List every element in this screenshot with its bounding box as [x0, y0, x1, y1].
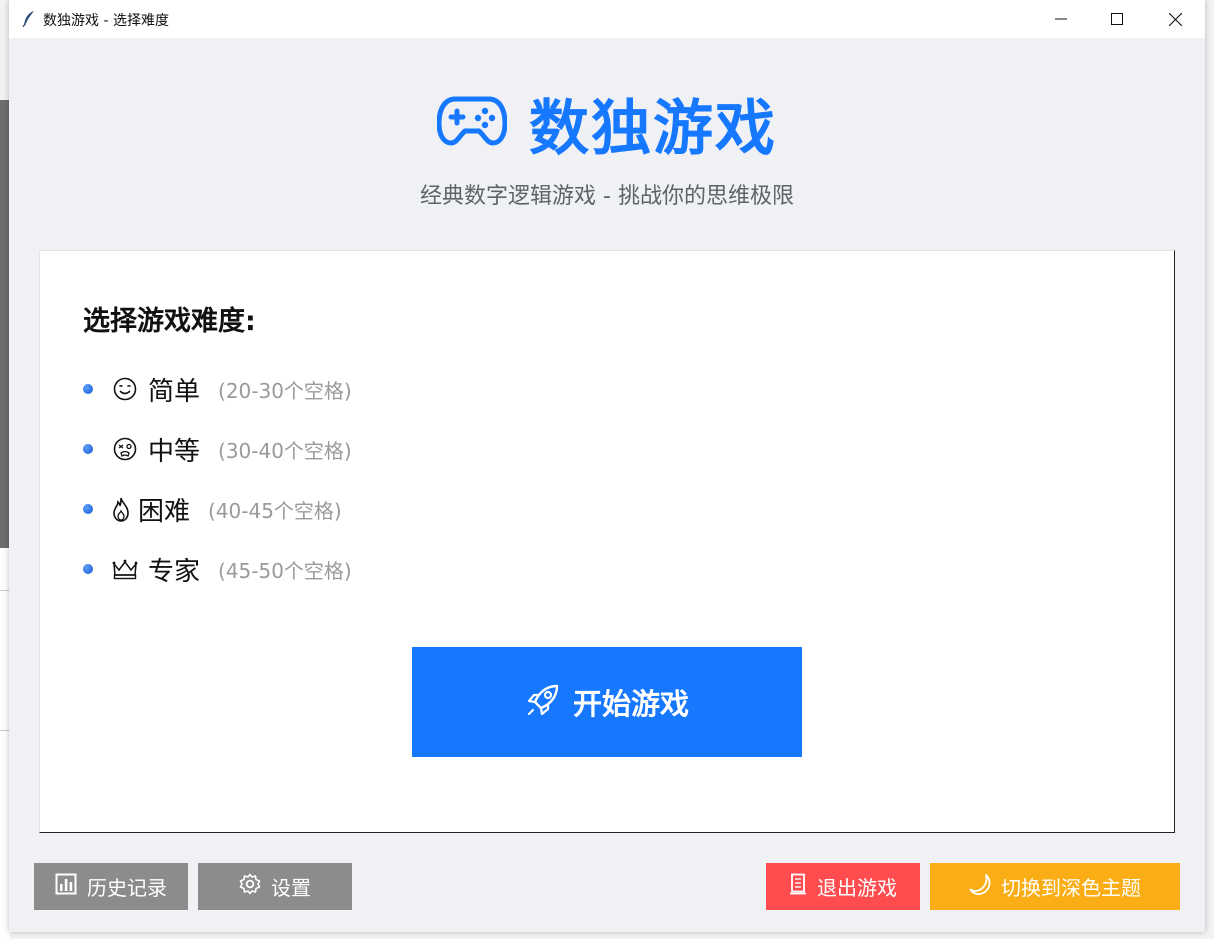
difficulty-heading: 选择游戏难度: [83, 306, 256, 337]
difficulty-list: 简单 (20-30个空格) 中等 (30-40个空格) 困难 (40-45个空格… [83, 359, 352, 599]
difficulty-range: (30-40个空格) [218, 438, 352, 463]
difficulty-range: (20-30个空格) [218, 378, 352, 403]
fire-icon [112, 496, 130, 522]
close-button[interactable] [1146, 0, 1204, 38]
maximize-icon [1111, 13, 1123, 25]
start-game-button[interactable]: 开始游戏 [412, 647, 802, 757]
smile-icon [112, 376, 138, 402]
header: 数独游戏 经典数字逻辑游戏 - 挑战你的思维极限 [9, 80, 1205, 210]
title-bar: 数独游戏 - 选择难度 [9, 0, 1205, 38]
app-subtitle: 经典数字逻辑游戏 - 挑战你的思维极限 [420, 184, 794, 209]
radio-button[interactable] [83, 504, 93, 514]
minimize-icon [1055, 18, 1067, 20]
difficulty-label: 困难 [138, 496, 191, 527]
minimize-button[interactable] [1032, 0, 1090, 38]
difficulty-option-medium[interactable]: 中等 (30-40个空格) [83, 419, 352, 479]
moon-icon [969, 873, 991, 900]
crown-icon [112, 556, 138, 582]
exit-game-button[interactable]: 退出游戏 [766, 863, 920, 910]
radio-button[interactable] [83, 384, 93, 394]
start-game-label: 开始游戏 [572, 687, 689, 721]
radio-button[interactable] [83, 444, 93, 454]
settings-label: 设置 [271, 876, 311, 900]
difficulty-range: (40-45个空格) [208, 498, 342, 523]
difficulty-label: 中等 [148, 436, 201, 467]
maximize-button[interactable] [1088, 0, 1146, 38]
app-window: 数独游戏 - 选择难度 数独游戏 经典数字逻辑游戏 - 挑战你的思维极限 选择游… [9, 0, 1205, 932]
dark-theme-button[interactable]: 切换到深色主题 [930, 863, 1180, 910]
close-icon [1168, 12, 1182, 26]
difficulty-label: 专家 [148, 556, 201, 587]
settings-button[interactable]: 设置 [198, 863, 352, 910]
dark-theme-label: 切换到深色主题 [1001, 876, 1141, 900]
feather-icon [21, 10, 37, 28]
window-title: 数独游戏 - 选择难度 [43, 13, 169, 29]
difficulty-label: 简单 [148, 376, 201, 407]
difficulty-option-easy[interactable]: 简单 (20-30个空格) [83, 359, 352, 419]
difficulty-option-hard[interactable]: 困难 (40-45个空格) [83, 479, 352, 539]
radio-button[interactable] [83, 564, 93, 574]
history-button[interactable]: 历史记录 [34, 863, 188, 910]
gear-icon [239, 873, 261, 900]
difficulty-option-expert[interactable]: 专家 (45-50个空格) [83, 539, 352, 599]
dizzy-face-icon [112, 436, 138, 462]
difficulty-panel: 选择游戏难度: 简单 (20-30个空格) 中等 (30-40个空格) 困难 (… [39, 250, 1175, 833]
gamepad-icon [436, 95, 508, 151]
history-label: 历史记录 [87, 876, 167, 900]
rocket-icon [525, 682, 561, 722]
app-title: 数独游戏 [529, 93, 777, 164]
bar-chart-icon [55, 873, 77, 900]
exit-door-icon [789, 873, 807, 900]
difficulty-range: (45-50个空格) [218, 558, 352, 583]
exit-game-label: 退出游戏 [817, 876, 897, 900]
